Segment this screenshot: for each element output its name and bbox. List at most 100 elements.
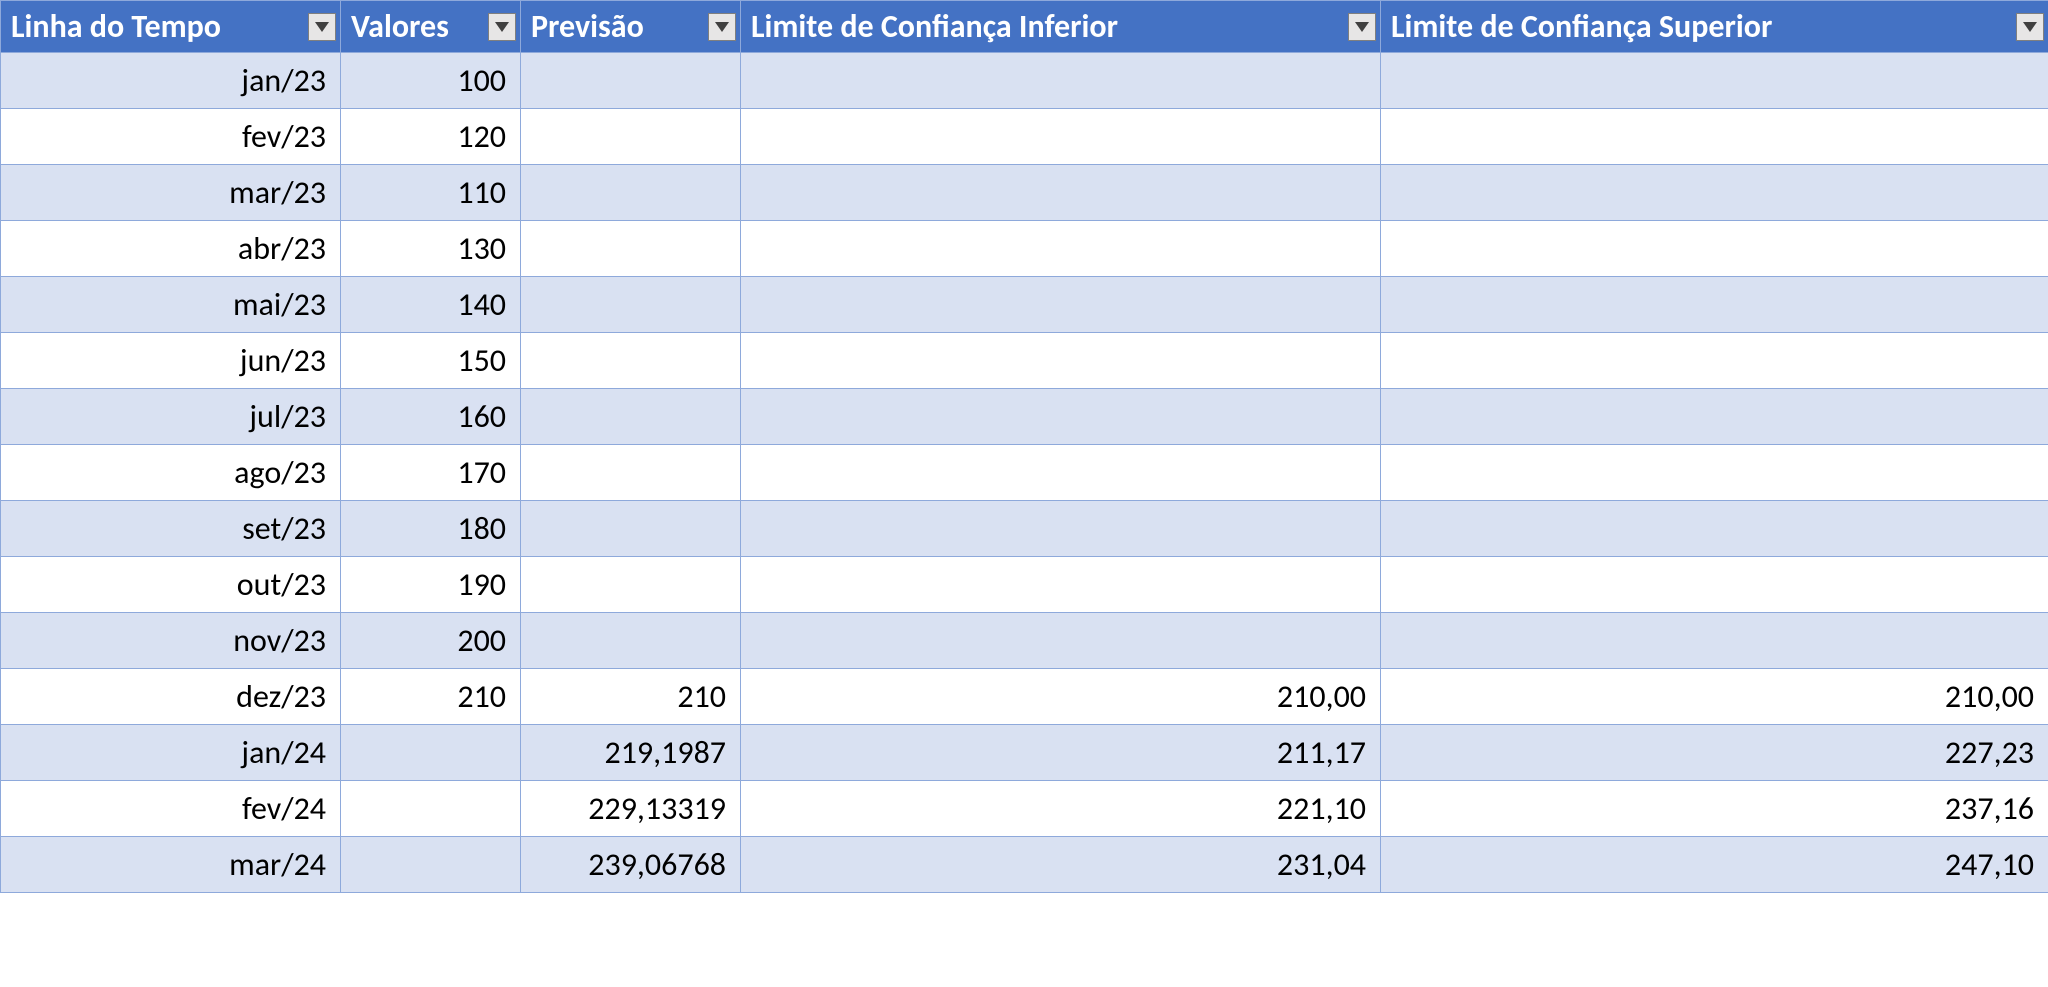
cell-upper[interactable] [1381, 445, 2048, 501]
cell-values[interactable] [341, 837, 521, 893]
cell-values[interactable] [341, 725, 521, 781]
cell-values[interactable]: 130 [341, 221, 521, 277]
cell-timeline[interactable]: jan/23 [1, 53, 341, 109]
cell-forecast[interactable] [521, 109, 741, 165]
table-row: fev/24 229,13319221,10237,16 [1, 781, 2048, 837]
cell-values[interactable]: 200 [341, 613, 521, 669]
cell-values[interactable]: 100 [341, 53, 521, 109]
chevron-down-icon [495, 22, 509, 32]
cell-forecast[interactable] [521, 333, 741, 389]
cell-values[interactable]: 160 [341, 389, 521, 445]
col-header-values[interactable]: Valores [341, 1, 521, 53]
cell-timeline[interactable]: set/23 [1, 501, 341, 557]
filter-button[interactable] [708, 13, 736, 41]
cell-lower[interactable]: 221,10 [741, 781, 1381, 837]
col-header-upper[interactable]: Limite de Confiança Superior [1381, 1, 2048, 53]
cell-timeline[interactable]: fev/24 [1, 781, 341, 837]
cell-lower[interactable] [741, 109, 1381, 165]
cell-forecast[interactable]: 229,13319 [521, 781, 741, 837]
cell-lower[interactable]: 231,04 [741, 837, 1381, 893]
cell-forecast[interactable]: 219,1987 [521, 725, 741, 781]
filter-button[interactable] [488, 13, 516, 41]
table-row: mar/23110 [1, 165, 2048, 221]
col-header-label: Valores [351, 7, 449, 46]
cell-upper[interactable] [1381, 277, 2048, 333]
cell-forecast[interactable] [521, 613, 741, 669]
table-row: out/23190 [1, 557, 2048, 613]
cell-forecast[interactable] [521, 389, 741, 445]
col-header-forecast[interactable]: Previsão [521, 1, 741, 53]
cell-timeline[interactable]: out/23 [1, 557, 341, 613]
cell-lower[interactable]: 210,00 [741, 669, 1381, 725]
cell-timeline[interactable]: nov/23 [1, 613, 341, 669]
cell-values[interactable]: 140 [341, 277, 521, 333]
cell-lower[interactable] [741, 389, 1381, 445]
cell-lower[interactable] [741, 613, 1381, 669]
cell-values[interactable] [341, 781, 521, 837]
table-row: mar/24 239,06768231,04247,10 [1, 837, 2048, 893]
cell-values[interactable]: 110 [341, 165, 521, 221]
cell-timeline[interactable]: jul/23 [1, 389, 341, 445]
table-row: abr/23130 [1, 221, 2048, 277]
filter-button[interactable] [2016, 13, 2044, 41]
cell-timeline[interactable]: dez/23 [1, 669, 341, 725]
cell-upper[interactable]: 237,16 [1381, 781, 2048, 837]
cell-forecast[interactable] [521, 445, 741, 501]
cell-values[interactable]: 210 [341, 669, 521, 725]
cell-lower[interactable] [741, 445, 1381, 501]
table-row: jan/24 219,1987211,17227,23 [1, 725, 2048, 781]
cell-upper[interactable] [1381, 221, 2048, 277]
cell-upper[interactable] [1381, 53, 2048, 109]
cell-timeline[interactable]: mar/23 [1, 165, 341, 221]
cell-upper[interactable] [1381, 557, 2048, 613]
cell-upper[interactable] [1381, 389, 2048, 445]
table-row: jan/23100 [1, 53, 2048, 109]
cell-timeline[interactable]: mai/23 [1, 277, 341, 333]
cell-upper[interactable] [1381, 109, 2048, 165]
cell-values[interactable]: 120 [341, 109, 521, 165]
cell-forecast[interactable] [521, 501, 741, 557]
cell-upper[interactable]: 247,10 [1381, 837, 2048, 893]
cell-values[interactable]: 150 [341, 333, 521, 389]
col-header-label: Previsão [531, 7, 644, 46]
col-header-lower[interactable]: Limite de Confiança Inferior [741, 1, 1381, 53]
cell-timeline[interactable]: mar/24 [1, 837, 341, 893]
cell-timeline[interactable]: ago/23 [1, 445, 341, 501]
cell-lower[interactable] [741, 53, 1381, 109]
table-row: fev/23120 [1, 109, 2048, 165]
table-row: mai/23140 [1, 277, 2048, 333]
cell-upper[interactable] [1381, 613, 2048, 669]
cell-upper[interactable]: 210,00 [1381, 669, 2048, 725]
cell-timeline[interactable]: jan/24 [1, 725, 341, 781]
cell-upper[interactable] [1381, 501, 2048, 557]
filter-button[interactable] [308, 13, 336, 41]
cell-lower[interactable]: 211,17 [741, 725, 1381, 781]
cell-upper[interactable] [1381, 165, 2048, 221]
cell-lower[interactable] [741, 165, 1381, 221]
cell-forecast[interactable] [521, 277, 741, 333]
cell-forecast[interactable] [521, 53, 741, 109]
cell-forecast[interactable] [521, 221, 741, 277]
cell-lower[interactable] [741, 333, 1381, 389]
col-header-timeline[interactable]: Linha do Tempo [1, 1, 341, 53]
cell-lower[interactable] [741, 501, 1381, 557]
table-header-row: Linha do Tempo Valores Previsão Limite d… [1, 1, 2048, 53]
cell-values[interactable]: 170 [341, 445, 521, 501]
cell-timeline[interactable]: fev/23 [1, 109, 341, 165]
cell-lower[interactable] [741, 277, 1381, 333]
table-row: dez/23210210210,00210,00 [1, 669, 2048, 725]
cell-forecast[interactable] [521, 165, 741, 221]
table-row: ago/23170 [1, 445, 2048, 501]
cell-lower[interactable] [741, 557, 1381, 613]
cell-timeline[interactable]: abr/23 [1, 221, 341, 277]
cell-forecast[interactable]: 239,06768 [521, 837, 741, 893]
cell-forecast[interactable] [521, 557, 741, 613]
cell-forecast[interactable]: 210 [521, 669, 741, 725]
cell-upper[interactable] [1381, 333, 2048, 389]
cell-values[interactable]: 180 [341, 501, 521, 557]
cell-upper[interactable]: 227,23 [1381, 725, 2048, 781]
cell-timeline[interactable]: jun/23 [1, 333, 341, 389]
filter-button[interactable] [1348, 13, 1376, 41]
cell-lower[interactable] [741, 221, 1381, 277]
cell-values[interactable]: 190 [341, 557, 521, 613]
